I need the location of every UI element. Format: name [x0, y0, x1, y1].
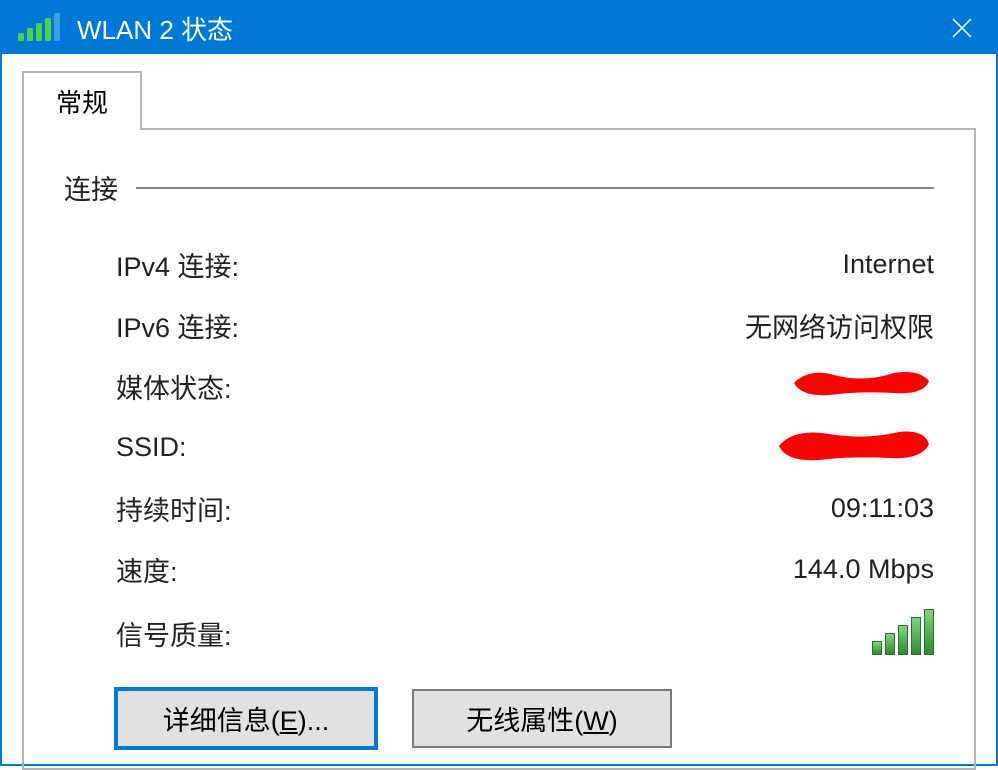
row-ipv6: IPv6 连接: 无网络访问权限 [64, 306, 934, 345]
value-media-state-redacted [784, 367, 934, 406]
client-area: 常规 连接 IPv4 连接: Internet IPv6 连接: 无网络访问权限… [2, 54, 996, 770]
section-title-connection: 连接 [64, 168, 118, 207]
row-ipv4: IPv4 连接: Internet [64, 245, 934, 284]
tab-general[interactable]: 常规 [22, 71, 142, 130]
wifi-signal-icon [18, 15, 63, 41]
value-ipv4: Internet [842, 249, 934, 280]
wireless-button-key: W [583, 706, 608, 736]
window-title: WLAN 2 状态 [77, 10, 936, 47]
close-button[interactable] [936, 2, 988, 54]
row-media-state: 媒体状态: [64, 367, 934, 406]
wireless-properties-button[interactable]: 无线属性(W) [412, 689, 672, 748]
wireless-button-prefix: 无线属性( [466, 706, 583, 736]
value-signal-quality [869, 611, 934, 655]
value-speed: 144.0 Mbps [793, 554, 934, 585]
label-media-state: 媒体状态: [116, 367, 232, 406]
label-speed: 速度: [116, 550, 178, 589]
tab-strip: 常规 [22, 74, 976, 130]
wireless-button-suffix: ) [609, 706, 618, 736]
row-signal-quality: 信号质量: [64, 611, 934, 655]
label-ssid: SSID: [116, 432, 187, 463]
button-row: 详细信息(E)... 无线属性(W) [64, 689, 934, 748]
row-ssid: SSID: [64, 428, 934, 467]
details-button-suffix: )... [298, 706, 330, 736]
label-ipv6: IPv6 连接: [116, 306, 239, 345]
row-speed: 速度: 144.0 Mbps [64, 550, 934, 589]
details-button-key: E [280, 706, 298, 736]
value-duration: 09:11:03 [831, 493, 934, 524]
signal-bars-icon [869, 611, 934, 655]
value-ipv6: 无网络访问权限 [745, 306, 934, 345]
value-ssid-redacted [784, 428, 934, 467]
label-duration: 持续时间: [116, 489, 232, 528]
section-header-connection: 连接 [64, 168, 934, 207]
titlebar: WLAN 2 状态 [2, 2, 996, 54]
label-signal-quality: 信号质量: [116, 614, 232, 653]
label-ipv4: IPv4 连接: [116, 245, 239, 284]
details-button-prefix: 详细信息( [163, 706, 280, 736]
wlan-status-dialog: WLAN 2 状态 常规 连接 IPv4 连接: Internet IPv6 连… [0, 0, 998, 766]
row-duration: 持续时间: 09:11:03 [64, 489, 934, 528]
details-button[interactable]: 详细信息(E)... [116, 689, 376, 748]
tab-panel-general: 连接 IPv4 连接: Internet IPv6 连接: 无网络访问权限 媒体… [22, 130, 976, 770]
